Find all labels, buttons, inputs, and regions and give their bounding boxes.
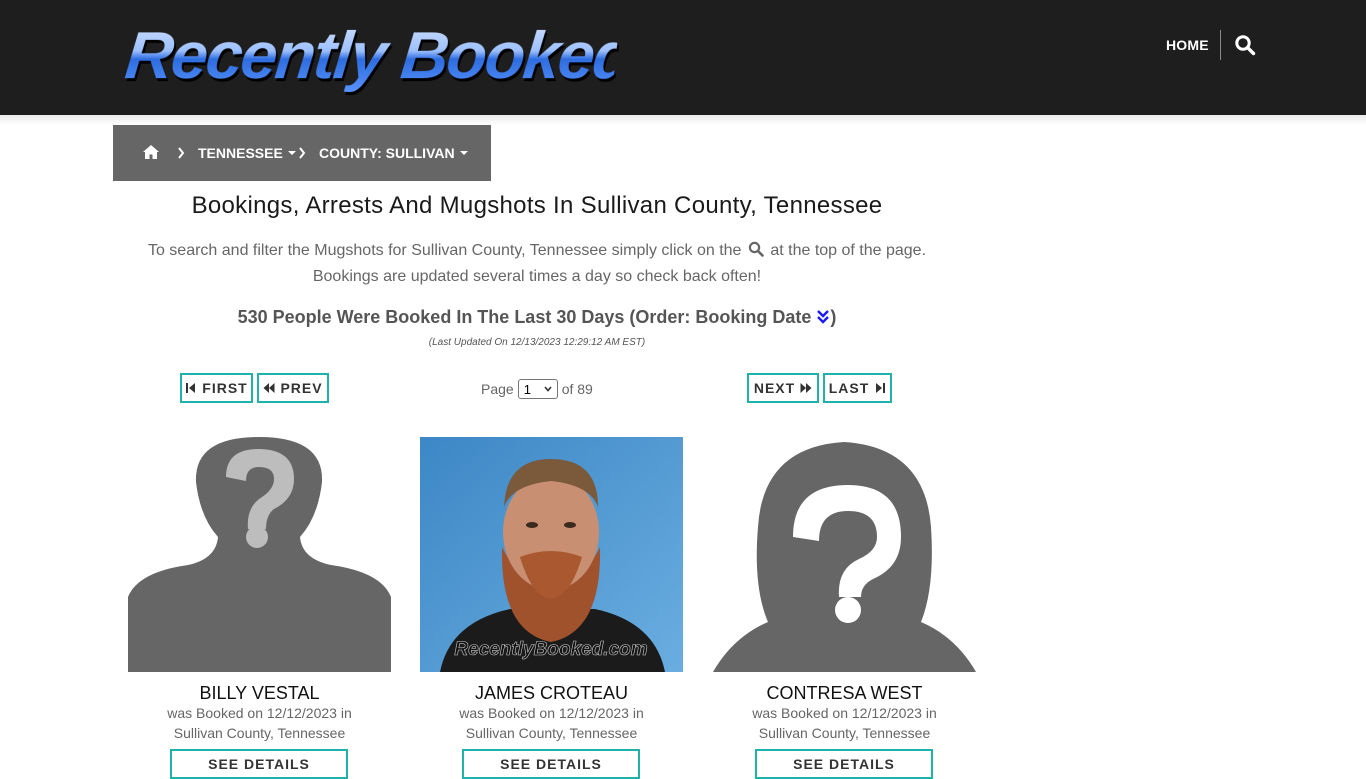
booking-count: 530 People Were Booked In The Last 30 Da… xyxy=(0,304,1074,330)
male-placeholder-photo[interactable] xyxy=(128,437,391,672)
first-page-label: FIRST xyxy=(202,380,248,396)
mugshot-photo[interactable]: RecentlyBooked.com xyxy=(420,437,683,672)
booking-info: was Booked on 12/12/2023 in Sullivan Cou… xyxy=(128,703,391,743)
booking-card[interactable]: RecentlyBooked.com JAMES CROTEAU was Boo… xyxy=(420,437,683,779)
booking-location-text: Sullivan County, Tennessee xyxy=(758,725,931,741)
female-placeholder-photo[interactable] xyxy=(713,437,976,672)
page-title: Bookings, Arrests And Mugshots In Sulliv… xyxy=(191,192,883,219)
booking-location-text: Sullivan County, Tennessee xyxy=(465,725,638,741)
booking-count-close: ) xyxy=(830,307,837,327)
booking-date-text: was Booked on 12/12/2023 in xyxy=(167,705,352,721)
see-details-button[interactable]: SEE DETAILS xyxy=(755,749,933,779)
last-updated: (Last Updated On 12/13/2023 12:29:12 AM … xyxy=(428,337,646,348)
header-shadow xyxy=(0,115,1366,125)
last-page-icon xyxy=(876,383,886,393)
booking-count-text: 530 People Were Booked In The Last 30 Da… xyxy=(237,307,812,327)
person-name[interactable]: JAMES CROTEAU xyxy=(420,682,683,704)
prev-page-button[interactable]: PREV xyxy=(257,373,329,403)
intro-text-after: at the top of the page. xyxy=(770,242,927,259)
breadcrumb-county-dropdown[interactable]: COUNTY: SULLIVAN xyxy=(319,144,468,162)
page-selector: Page 1 of 89 xyxy=(481,377,593,401)
intro-text-before: To search and filter the Mugshots for Su… xyxy=(147,242,742,259)
home-icon[interactable] xyxy=(142,144,160,160)
see-details-button[interactable]: SEE DETAILS xyxy=(462,749,640,779)
booking-location-text: Sullivan County, Tennessee xyxy=(173,725,346,741)
next-page-button[interactable]: NEXT xyxy=(747,373,819,403)
chevron-right-icon xyxy=(177,146,185,159)
booking-card[interactable]: BILLY VESTAL was Booked on 12/12/2023 in… xyxy=(128,437,391,779)
next-page-icon xyxy=(800,383,812,393)
breadcrumb-county-label: COUNTY: SULLIVAN xyxy=(319,145,455,161)
booking-card[interactable]: CONTRESA WEST was Booked on 12/12/2023 i… xyxy=(713,437,976,779)
person-name[interactable]: CONTRESA WEST xyxy=(713,682,976,704)
prev-page-label: PREV xyxy=(280,380,323,396)
breadcrumb-state-label: TENNESSEE xyxy=(198,145,283,161)
search-icon[interactable] xyxy=(1234,34,1256,56)
prev-page-icon xyxy=(263,383,275,393)
search-icon xyxy=(748,240,764,257)
last-page-label: LAST xyxy=(828,380,870,396)
see-details-button[interactable]: SEE DETAILS xyxy=(170,749,348,779)
breadcrumb-state-dropdown[interactable]: TENNESSEE xyxy=(198,144,296,162)
sort-order-icon[interactable] xyxy=(816,306,830,324)
booking-info: was Booked on 12/12/2023 in Sullivan Cou… xyxy=(713,703,976,743)
booking-info: was Booked on 12/12/2023 in Sullivan Cou… xyxy=(420,703,683,743)
first-page-icon xyxy=(186,383,196,393)
caret-down-icon xyxy=(287,151,296,156)
page-select[interactable]: 1 xyxy=(517,379,558,399)
nav-divider xyxy=(1220,30,1221,60)
chevron-right-icon xyxy=(298,146,306,159)
next-page-label: NEXT xyxy=(753,380,796,396)
chevron-down-icon xyxy=(544,386,552,392)
site-header: Recently Booked HOME xyxy=(0,0,1366,115)
site-logo[interactable]: Recently Booked xyxy=(122,14,635,96)
intro-text: To search and filter the Mugshots for Su… xyxy=(0,238,1074,290)
booking-date-text: was Booked on 12/12/2023 in xyxy=(459,705,644,721)
person-name[interactable]: BILLY VESTAL xyxy=(128,682,391,704)
intro-text-line2: Bookings are updated several times a day… xyxy=(312,268,762,285)
page-label: Page xyxy=(481,381,514,397)
breadcrumb: TENNESSEE COUNTY: SULLIVAN xyxy=(113,125,491,181)
mugshot-watermark: RecentlyBooked.com xyxy=(454,639,647,660)
booking-date-text: was Booked on 12/12/2023 in xyxy=(752,705,937,721)
last-page-button[interactable]: LAST xyxy=(823,373,892,403)
first-page-button[interactable]: FIRST xyxy=(180,373,253,403)
page-total: of 89 xyxy=(561,381,593,397)
page-select-value: 1 xyxy=(523,381,531,397)
caret-down-icon xyxy=(459,151,468,156)
nav-home-link[interactable]: HOME xyxy=(1166,36,1209,54)
